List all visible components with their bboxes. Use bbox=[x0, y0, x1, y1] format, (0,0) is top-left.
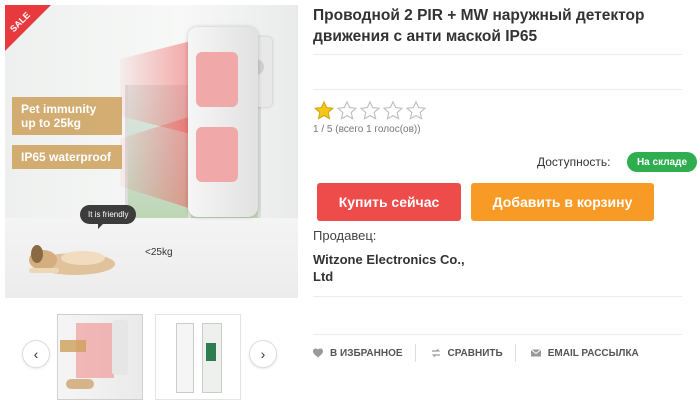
seller-label: Продавец: bbox=[313, 228, 377, 243]
compare-icon bbox=[431, 349, 440, 357]
rating-stars[interactable] bbox=[313, 100, 427, 122]
speech-bubble: It is friendly bbox=[80, 205, 137, 229]
email-subscription-label: EMAIL РАССЫЛКА bbox=[547, 347, 639, 359]
chevron-right-icon[interactable]: › bbox=[249, 340, 277, 368]
divider bbox=[313, 334, 682, 335]
product-actions: В ИЗБРАННОЕ СРАВНИТЬ EMAIL РАССЫЛКА bbox=[312, 344, 665, 362]
add-to-wishlist-link[interactable]: В ИЗБРАННОЕ bbox=[312, 344, 416, 362]
divider bbox=[313, 89, 682, 90]
star-empty-icon[interactable] bbox=[359, 100, 381, 122]
feature-ip65: IP65 waterproof bbox=[12, 145, 122, 169]
rating-summary: 1 / 5 (всего 1 голос(ов)) bbox=[313, 124, 421, 135]
chevron-left-icon[interactable]: ‹ bbox=[22, 340, 50, 368]
email-subscription-link[interactable]: EMAIL РАССЫЛКА bbox=[530, 344, 651, 362]
feature-pet-immunity: Pet immunity up to 25kg bbox=[12, 97, 122, 135]
star-empty-icon[interactable] bbox=[405, 100, 427, 122]
wishlist-label: В ИЗБРАННОЕ bbox=[330, 347, 403, 359]
star-empty-icon[interactable] bbox=[382, 100, 404, 122]
detector-device bbox=[188, 27, 258, 217]
stock-status-badge: На складе bbox=[627, 152, 697, 172]
product-title: Проводной 2 PIR + MW наружный детектор д… bbox=[313, 7, 645, 45]
buy-now-button[interactable]: Купить сейчас bbox=[317, 183, 461, 221]
availability-label: Доступность: bbox=[537, 155, 611, 169]
mail-icon bbox=[530, 349, 542, 357]
divider bbox=[313, 296, 682, 297]
star-filled-icon[interactable] bbox=[313, 100, 335, 122]
compare-link[interactable]: СРАВНИТЬ bbox=[430, 344, 516, 362]
compare-label: СРАВНИТЬ bbox=[447, 347, 503, 359]
product-main-image[interactable]: SALE Pet immunity up to 25kg IP65 waterp… bbox=[5, 5, 298, 298]
add-to-cart-button[interactable]: Добавить в корзину bbox=[471, 183, 654, 221]
heart-icon bbox=[313, 348, 323, 358]
weight-label: <25kg bbox=[145, 247, 173, 258]
seller-name[interactable]: Witzone Electronics Co., Ltd bbox=[313, 251, 483, 285]
thumbnail-1[interactable] bbox=[57, 314, 143, 400]
divider bbox=[313, 54, 682, 55]
dog-illustration bbox=[29, 245, 115, 275]
thumbnail-2[interactable] bbox=[155, 314, 241, 400]
star-empty-icon[interactable] bbox=[336, 100, 358, 122]
